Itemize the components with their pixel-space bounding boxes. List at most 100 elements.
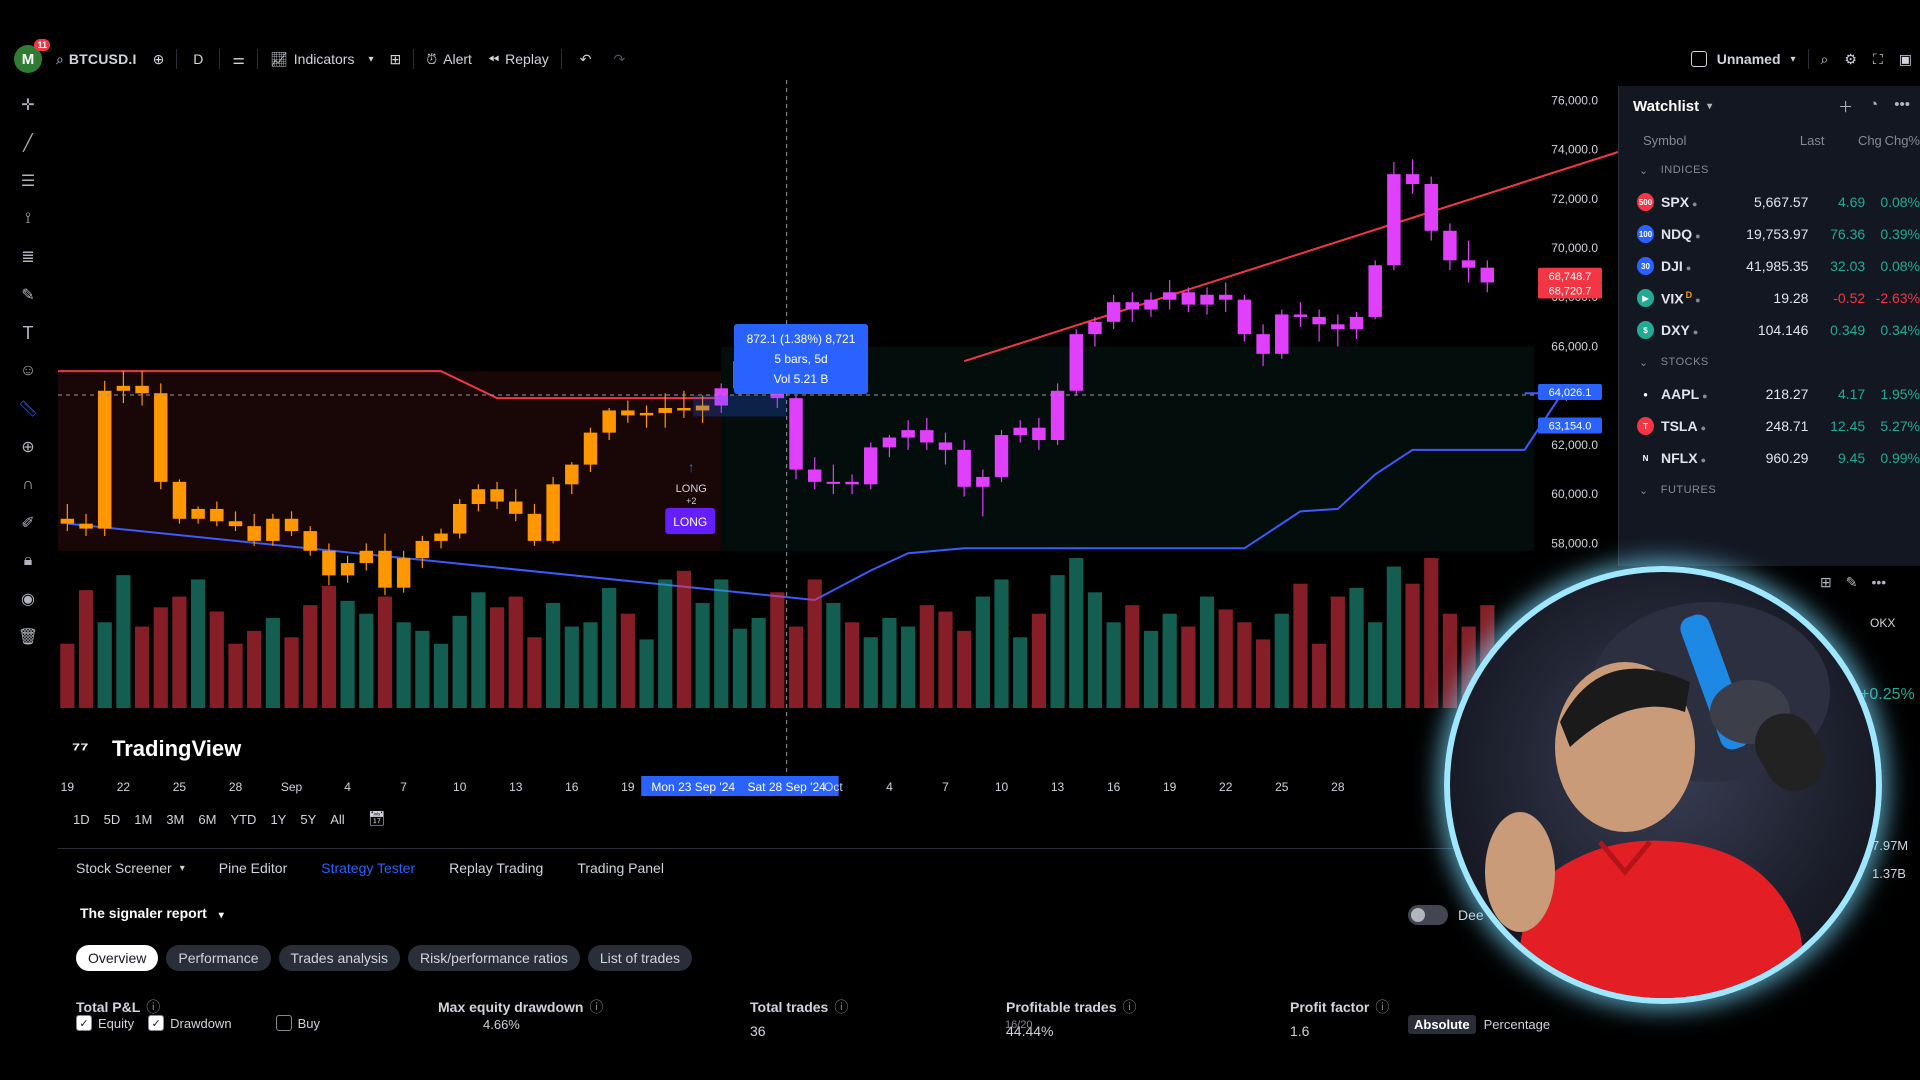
candle-body[interactable] (210, 508, 224, 522)
candle-body[interactable] (938, 442, 953, 450)
range-button-6m[interactable]: 6M (191, 812, 223, 827)
horizontal-lines-tool[interactable]: ☰ (8, 162, 48, 200)
candle-body[interactable] (60, 518, 75, 524)
candle-body[interactable] (1424, 184, 1438, 231)
stay-drawing-tool[interactable]: ✐ (8, 504, 48, 542)
candle-body[interactable] (882, 437, 897, 448)
candle-body[interactable] (1144, 299, 1158, 310)
candle-body[interactable] (920, 430, 934, 443)
candle-body[interactable] (546, 484, 560, 541)
info-icon[interactable]: ⓘ (1375, 999, 1389, 1015)
zoom-tool[interactable]: ⊕ (8, 428, 48, 466)
candle-body[interactable] (1256, 334, 1270, 354)
subtab-overview[interactable]: Overview (76, 945, 159, 971)
candle-body[interactable] (1069, 334, 1083, 391)
bottom-tab-pine-editor[interactable]: Pine Editor (219, 860, 287, 876)
subtab-performance[interactable]: Performance (166, 945, 271, 971)
info-icon[interactable]: ⓘ (589, 999, 603, 1015)
candle-body[interactable] (1050, 390, 1065, 440)
alert-button[interactable]: ⏰︎ Alert (418, 42, 480, 76)
candle-body[interactable] (79, 523, 93, 529)
candle-body[interactable] (1405, 174, 1420, 184)
chart-pie-icon[interactable]: ◔ (1869, 96, 1878, 117)
candle-body[interactable] (322, 550, 336, 576)
watchlist-group[interactable]: ⌄ FUTURES (1619, 474, 1920, 506)
symbol-search[interactable]: ⌕ BTCUSD.I (48, 42, 145, 76)
ruler-tool[interactable]: 📏︎ (8, 390, 48, 428)
price-chart[interactable]: 76,000.074,000.072,000.070,000.068,000.0… (58, 80, 1618, 796)
text-tool[interactable]: T (8, 314, 48, 352)
candle-body[interactable] (471, 489, 486, 504)
range-button-5d[interactable]: 5D (97, 812, 128, 827)
delete-tool[interactable]: 🗑︎ (8, 618, 48, 656)
candle-body[interactable] (191, 508, 205, 519)
range-button-3m[interactable]: 3M (159, 812, 191, 827)
emoji-tool[interactable]: ☺ (8, 352, 48, 390)
watchlist-row[interactable]: N NFLX ● 960.29 9.45 0.99% (1619, 442, 1920, 474)
candle-body[interactable] (565, 464, 579, 485)
fib-tool[interactable]: ≣ (8, 238, 48, 276)
watchlist-row[interactable]: 30 DJI ● 41,985.35 32.03 0.08% (1619, 250, 1920, 282)
bottom-tab-strategy-tester[interactable]: Strategy Tester (321, 860, 415, 876)
candle-body[interactable] (864, 447, 878, 485)
candle-body[interactable] (97, 390, 112, 529)
long-badge[interactable]: LONG (673, 515, 707, 529)
percentage-button[interactable]: Percentage (1484, 1017, 1551, 1032)
candle-body[interactable] (1368, 265, 1382, 317)
watchlist-title[interactable]: Watchlist (1633, 98, 1699, 115)
compare-symbol-button[interactable]: ⊕ (145, 42, 173, 76)
candle-body[interactable] (583, 432, 598, 465)
bottom-tab-stock-screener[interactable]: Stock Screener (76, 860, 172, 876)
candle-body[interactable] (509, 501, 523, 514)
candle-body[interactable] (976, 476, 990, 487)
crosshair-tool[interactable]: ✛ (8, 86, 48, 124)
chart-type-button[interactable]: ⚌ (224, 42, 253, 76)
redo-button[interactable]: ↷ (605, 42, 633, 76)
candle-body[interactable] (1480, 267, 1495, 283)
candle-body[interactable] (415, 540, 430, 559)
candle-body[interactable] (1032, 427, 1046, 440)
absolute-button[interactable]: Absolute (1408, 1015, 1476, 1034)
candle-body[interactable] (1200, 294, 1214, 305)
column-last[interactable]: Last (1777, 133, 1825, 148)
undo-button[interactable]: ↶ (566, 42, 606, 76)
candle-body[interactable] (826, 481, 841, 484)
candle-body[interactable] (1461, 260, 1476, 268)
grid-icon[interactable]: ⊞ (1820, 574, 1832, 591)
range-button-all[interactable]: All (323, 812, 351, 827)
candle-body[interactable] (957, 449, 971, 487)
candle-body[interactable] (1293, 314, 1308, 317)
candle-body[interactable] (154, 393, 168, 482)
user-avatar[interactable]: M 11 (14, 39, 50, 73)
candle-body[interactable] (1331, 324, 1345, 330)
column-chg-pct[interactable]: Chg% (1882, 133, 1920, 148)
range-button-1m[interactable]: 1M (127, 812, 159, 827)
layout-button[interactable]: Unnamed ▾ (1683, 42, 1804, 76)
candle-body[interactable] (116, 385, 131, 391)
watchlist-row[interactable]: T TSLA ● 248.71 12.45 5.27% (1619, 410, 1920, 442)
candle-body[interactable] (1275, 314, 1289, 354)
watchlist-row[interactable]: $ DXY ● 104.146 0.349 0.34% (1619, 314, 1920, 346)
candle-body[interactable] (527, 513, 542, 541)
watchlist-row[interactable]: 100 NDQ ● 19,753.97 76.36 0.39% (1619, 218, 1920, 250)
column-chg[interactable]: Chg (1824, 133, 1882, 148)
subtab-risk-performance-ratios[interactable]: Risk/performance ratios (408, 945, 580, 971)
candle-body[interactable] (1349, 316, 1364, 330)
candle-body[interactable] (378, 550, 392, 588)
range-button-ytd[interactable]: YTD (223, 812, 263, 827)
candle-body[interactable] (359, 550, 374, 564)
brush-tool[interactable]: ✎ (8, 276, 48, 314)
candle-body[interactable] (1181, 292, 1196, 305)
add-symbol-icon[interactable]: ＋ (1838, 96, 1853, 117)
magnet-tool[interactable]: ∩ (8, 466, 48, 504)
candle-body[interactable] (452, 504, 467, 534)
candle-body[interactable] (396, 558, 411, 588)
candle-body[interactable] (901, 430, 915, 438)
candle-body[interactable] (621, 410, 635, 416)
candle-body[interactable] (845, 481, 859, 485)
more-icon[interactable]: ••• (1871, 574, 1886, 591)
candle-body[interactable] (639, 412, 654, 416)
lock-tool[interactable]: 🔒︎ (8, 542, 48, 580)
quick-search-button[interactable]: ⌕ (1813, 42, 1837, 76)
candle-body[interactable] (284, 518, 299, 532)
